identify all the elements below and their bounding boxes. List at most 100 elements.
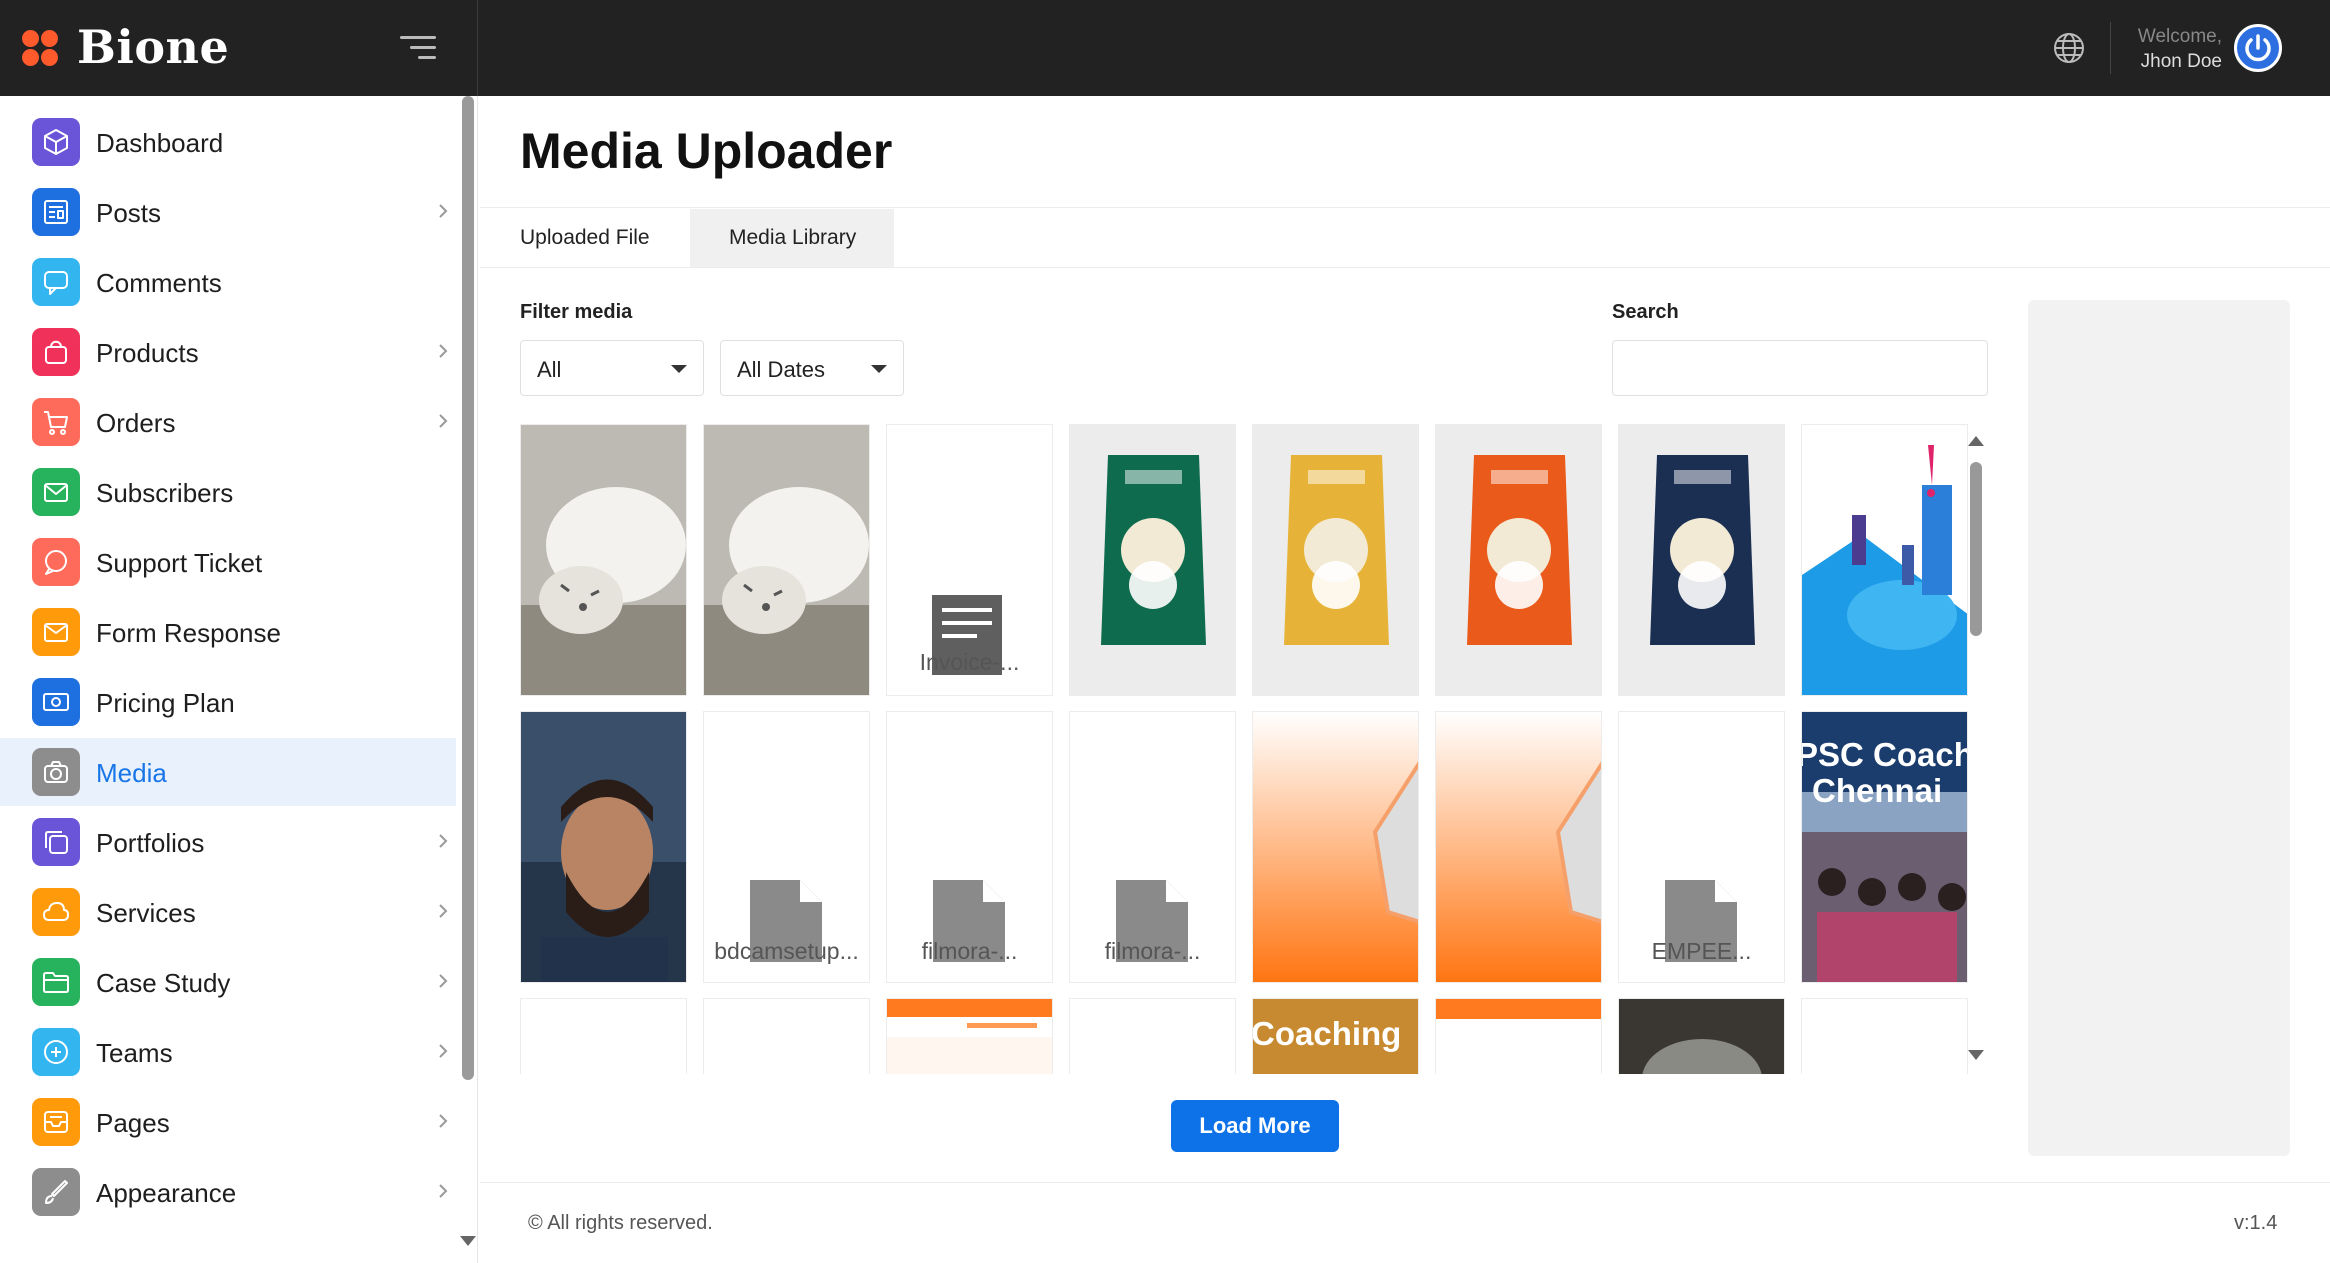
globe-icon[interactable] xyxy=(2052,31,2086,65)
top-bar: Bione Welcome, Jhon Doe xyxy=(0,0,2330,96)
chevron-right-icon xyxy=(439,344,448,358)
grid-scroll-down-icon[interactable] xyxy=(1968,1050,1984,1060)
sidebar-item-media[interactable]: Media xyxy=(0,738,456,806)
media-item[interactable]: filmora-... xyxy=(886,711,1053,983)
grid-scrollbar[interactable] xyxy=(1970,462,1982,636)
tab-media-library[interactable]: Media Library xyxy=(690,209,894,267)
media-item[interactable] xyxy=(1435,998,1602,1074)
sidebar-item-products[interactable]: Products xyxy=(0,318,456,386)
filter-media-label: Filter media xyxy=(520,301,633,323)
type-filter-select[interactable]: All xyxy=(520,340,704,396)
title-divider xyxy=(480,207,2330,208)
sidebar-item-label: Posts xyxy=(96,198,162,228)
media-item[interactable]: Invoice-... xyxy=(886,424,1053,696)
support-chat-icon xyxy=(32,538,80,586)
media-item[interactable] xyxy=(703,424,870,696)
media-item[interactable] xyxy=(703,998,870,1074)
rice-pack-photo xyxy=(1070,425,1235,695)
cat-photo xyxy=(704,425,869,695)
media-file-name: EMPEE... xyxy=(1651,938,1752,964)
media-item[interactable] xyxy=(1069,998,1236,1074)
brand-name: Bione xyxy=(77,20,230,74)
chevron-right-icon xyxy=(439,974,448,988)
media-item[interactable]: PSC CoachinChennai xyxy=(1801,711,1968,983)
sidebar-scrollbar[interactable] xyxy=(462,96,474,1080)
search-input[interactable] xyxy=(1612,340,1988,396)
grid-scroll-up-icon[interactable] xyxy=(1968,436,1984,446)
sidebar-item-label: Services xyxy=(96,898,196,928)
tab-uploaded-file[interactable]: Uploaded File xyxy=(480,209,690,267)
media-item[interactable] xyxy=(1801,998,1968,1074)
media-file-name: Invoice-... xyxy=(919,649,1020,675)
sidebar-item-pricing-plan[interactable]: Pricing Plan xyxy=(0,668,456,736)
media-item[interactable] xyxy=(1252,424,1419,696)
media-item[interactable] xyxy=(1252,711,1419,983)
orange-banner-image xyxy=(1253,712,1418,982)
date-filter-select[interactable]: All Dates xyxy=(720,340,904,396)
sidebar-item-teams[interactable]: Teams xyxy=(0,1018,456,1086)
media-file-name: filmora-... xyxy=(1104,938,1201,964)
sidebar-item-label: Dashboard xyxy=(96,128,224,158)
chevron-right-icon xyxy=(439,1114,448,1128)
sidebar-item-form-response[interactable]: Form Response xyxy=(0,598,456,666)
sidebar-item-label: Products xyxy=(96,338,199,368)
user-avatar[interactable] xyxy=(2234,24,2282,72)
sidebar-item-services[interactable]: Services xyxy=(0,878,456,946)
media-item[interactable] xyxy=(520,711,687,983)
sidebar-item-subscribers[interactable]: Subscribers xyxy=(0,458,456,526)
media-item[interactable] xyxy=(886,998,1053,1074)
sidebar-item-label: Form Response xyxy=(96,618,281,648)
folder-icon xyxy=(32,958,80,1006)
money-icon xyxy=(32,678,80,726)
cat-photo xyxy=(521,425,686,695)
blank-thumbnail xyxy=(704,999,869,1074)
chevron-right-icon xyxy=(439,1044,448,1058)
media-banner-title: PSC Coachin xyxy=(1801,736,1967,773)
sidebar-item-pages[interactable]: Pages xyxy=(0,1088,456,1156)
sidebar-item-label: Orders xyxy=(96,408,176,438)
sidebar-scroll-down-icon[interactable] xyxy=(460,1236,476,1246)
sidebar-item-case-study[interactable]: Case Study xyxy=(0,948,456,1016)
dark-photo xyxy=(1619,999,1784,1074)
layers-icon xyxy=(32,818,80,866)
blank-thumbnail xyxy=(1070,999,1235,1074)
load-more-button[interactable]: Load More xyxy=(1171,1100,1339,1152)
media-item[interactable] xyxy=(1435,424,1602,696)
media-item[interactable] xyxy=(1618,424,1785,696)
media-item[interactable]: EMPEE... xyxy=(1618,711,1785,983)
sidebar-item-label: Appearance xyxy=(96,1178,237,1208)
version-text: v:1.4 xyxy=(2234,1212,2278,1234)
sidebar-item-comments[interactable]: Comments xyxy=(0,248,456,316)
media-item[interactable] xyxy=(520,998,687,1074)
media-item[interactable] xyxy=(1618,998,1785,1074)
sidebar-item-dashboard[interactable]: Dashboard xyxy=(0,108,456,176)
sidebar-item-orders[interactable]: Orders xyxy=(0,388,456,456)
sidebar-item-portfolios[interactable]: Portfolios xyxy=(0,808,456,876)
rice-pack-photo xyxy=(1253,425,1418,695)
sidebar-item-label: Media xyxy=(96,758,167,788)
media-item[interactable]: Coaching xyxy=(1252,998,1419,1074)
sidebar-item-label: Teams xyxy=(96,1038,173,1068)
sidebar-item-posts[interactable]: Posts xyxy=(0,178,456,246)
chevron-right-icon xyxy=(439,414,448,428)
chevron-down-icon xyxy=(871,365,887,373)
tabs-divider xyxy=(480,267,2330,268)
media-item[interactable] xyxy=(1801,424,1968,696)
sidebar-item-support-ticket[interactable]: Support Ticket xyxy=(0,528,456,596)
sidebar-item-appearance[interactable]: Appearance xyxy=(0,1158,456,1226)
sidebar-item-label: Support Ticket xyxy=(96,548,263,578)
cloud-icon xyxy=(32,888,80,936)
media-item[interactable]: filmora-... xyxy=(1069,711,1236,983)
sidebar-item-label: Case Study xyxy=(96,968,231,998)
chevron-down-icon xyxy=(671,365,687,373)
website-screenshot xyxy=(887,999,1052,1074)
website-screenshot xyxy=(1436,999,1601,1074)
media-grid: Invoice-... bdcamsetup... filmora-... filmo… xyxy=(520,424,1982,1074)
camera-icon xyxy=(32,748,80,796)
menu-toggle-icon[interactable] xyxy=(400,34,436,62)
media-item[interactable] xyxy=(1435,711,1602,983)
media-item[interactable]: bdcamsetup... xyxy=(703,711,870,983)
type-filter-value: All xyxy=(537,357,562,382)
media-item[interactable] xyxy=(520,424,687,696)
media-item[interactable] xyxy=(1069,424,1236,696)
